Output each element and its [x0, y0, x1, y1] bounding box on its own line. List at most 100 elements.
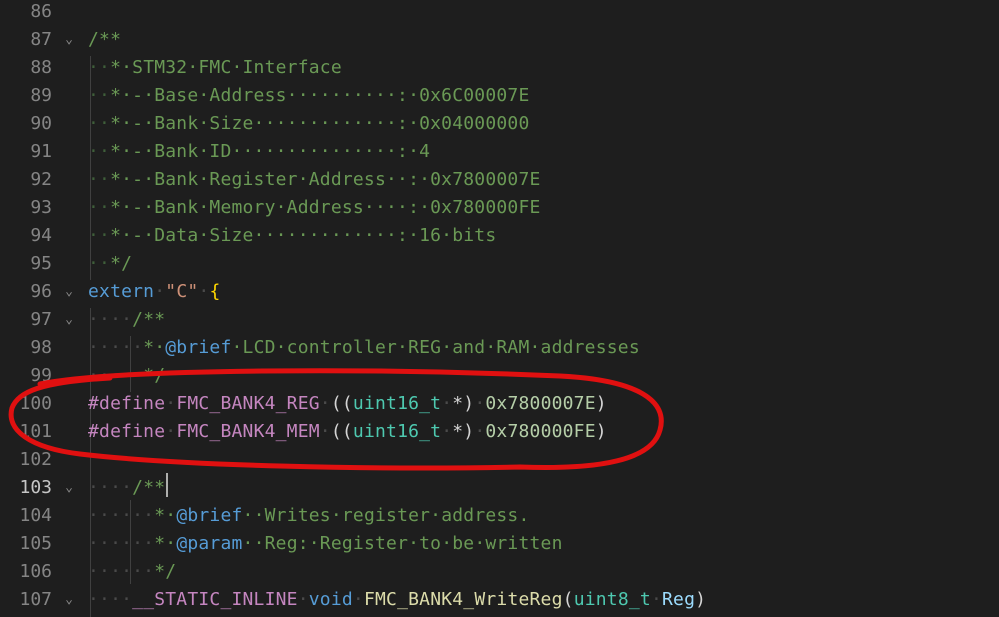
code-text: extern·"C"·{: [88, 278, 221, 306]
code-token: ··: [88, 113, 111, 134]
code-token: ·: [154, 281, 166, 302]
code-line[interactable]: 90 ··*·-·Bank·Size·············:·0x040000…: [0, 110, 999, 138]
code-line[interactable]: 102: [0, 446, 999, 474]
code-token: *·-·Bank·Size·············:·0x04000000: [110, 113, 530, 134]
code-line[interactable]: 103 ⌄ ····/**: [0, 474, 999, 502]
code-token: /**: [88, 29, 122, 50]
code-line[interactable]: 106 ······*/: [0, 558, 999, 586]
code-token: ····: [88, 589, 133, 610]
code-text: ··*·STM32·FMC·Interface: [88, 54, 342, 82]
line-number: 86: [30, 1, 52, 22]
code-text: /**: [88, 26, 121, 54]
code-token: *·-·Bank·Memory·Address····:·0x780000FE: [110, 197, 541, 218]
code-line[interactable]: 89 ··*·-·Base·Address··········:·0x6C0000…: [0, 82, 999, 110]
line-number: 101: [19, 421, 52, 442]
code-line[interactable]: 88 ··*·STM32·FMC·Interface: [0, 54, 999, 82]
code-line[interactable]: 100 #define·FMC_BANK4_REG·((uint16_t·*)·0…: [0, 390, 999, 418]
code-line[interactable]: 98 ·····*·@brief·LCD·controller·REG·and·R…: [0, 334, 999, 362]
code-text: ··*·-·Bank·Register·Address··:·0x7800007…: [88, 166, 541, 194]
code-token: FMC_BANK4_MEM: [176, 421, 320, 442]
code-line[interactable]: 86: [0, 0, 999, 26]
fold-chevron-icon[interactable]: ⌄: [62, 474, 76, 502]
code-token: *·: [143, 337, 166, 358]
line-number: 99: [30, 365, 52, 386]
code-line[interactable]: 93 ··*·-·Bank·Memory·Address····:·0x78000…: [0, 194, 999, 222]
code-text: ··*·-·Bank·Memory·Address····:·0x780000F…: [88, 194, 541, 222]
code-token: ·: [650, 589, 662, 610]
code-line[interactable]: 105 ······*·@param··Reg:·Register·to·be·w…: [0, 530, 999, 558]
code-token: ·: [297, 589, 309, 610]
code-editor[interactable]: 86 87 ⌄/** 88 ··*·STM32·FMC·Interface 89 ··*·-…: [0, 0, 999, 617]
code-token: *·-·Bank·Register·Address··:·0x7800007E: [110, 169, 541, 190]
code-text: ··*·-·Data·Size·············:·16·bits: [88, 222, 496, 250]
line-number: 92: [30, 169, 52, 190]
code-token: ··: [88, 85, 111, 106]
code-line[interactable]: 101 #define·FMC_BANK4_MEM·((uint16_t·*)·0…: [0, 418, 999, 446]
code-token: ·: [165, 393, 177, 414]
line-number: 105: [19, 533, 52, 554]
code-token: void: [308, 589, 353, 610]
fold-chevron-icon[interactable]: ⌄: [62, 586, 76, 614]
fold-chevron-icon[interactable]: ⌄: [62, 278, 76, 306]
code-line[interactable]: 107 ⌄ ····__STATIC_INLINE·void·FMC_BANK4_W…: [0, 586, 999, 614]
line-number: 104: [19, 505, 52, 526]
code-token: FMC_BANK4_WriteReg: [363, 589, 563, 610]
code-token: FMC_BANK4_REG: [176, 393, 320, 414]
code-token: ······: [88, 505, 155, 526]
code-token: ······: [88, 561, 155, 582]
code-token: ·: [352, 589, 364, 610]
line-number: 100: [19, 393, 52, 414]
code-token: *·-·Bank·ID···············:·4: [110, 141, 431, 162]
code-text: ····/**: [88, 474, 165, 502]
code-token: "C": [165, 281, 199, 302]
code-token: uint16_t: [352, 393, 442, 414]
line-number: 95: [30, 253, 52, 274]
code-token: *·STM32·FMC·Interface: [110, 57, 342, 78]
code-token: *·: [154, 533, 177, 554]
code-token: {: [209, 281, 221, 302]
code-text: ··*/: [88, 250, 132, 278]
code-line[interactable]: 92 ··*·-·Bank·Register·Address··:·0x78000…: [0, 166, 999, 194]
code-token: Reg: [662, 589, 696, 610]
code-line[interactable]: 87 ⌄ /**: [0, 26, 999, 54]
code-token: ·: [198, 281, 210, 302]
code-token: ··: [88, 253, 111, 274]
code-token: ·: [165, 421, 177, 442]
line-number: 89: [30, 85, 52, 106]
code-line[interactable]: 95 ··*/: [0, 250, 999, 278]
code-token: ): [595, 421, 607, 442]
line-number: 96: [30, 281, 52, 302]
line-number: 91: [30, 141, 52, 162]
code-token: *·-·Data·Size·············:·16·bits: [110, 225, 497, 246]
code-token: ····: [88, 477, 133, 498]
line-number: 90: [30, 113, 52, 134]
line-number: 103: [19, 477, 52, 498]
line-number: 93: [30, 197, 52, 218]
code-text: ····__STATIC_INLINE·void·FMC_BANK4_Write…: [88, 586, 706, 614]
line-number: 87: [30, 29, 52, 50]
code-token: uint16_t: [352, 421, 442, 442]
code-text: #define·FMC_BANK4_REG·((uint16_t·*)·0x78…: [88, 390, 607, 418]
code-text: ··*·-·Bank·Size·············:·0x04000000: [88, 110, 529, 138]
code-line[interactable]: 91 ··*·-·Bank·ID···············:·4: [0, 138, 999, 166]
fold-chevron-icon[interactable]: ⌄: [62, 26, 76, 54]
code-token: @param: [176, 533, 243, 554]
code-text: ······*/: [88, 558, 176, 586]
code-text: #define·FMC_BANK4_MEM·((uint16_t·*)·0x78…: [88, 418, 607, 446]
code-line[interactable]: 99 ·····*/: [0, 362, 999, 390]
code-token: */: [110, 253, 133, 274]
code-token: ·····: [88, 337, 144, 358]
code-line[interactable]: 94 ··*·-·Data·Size·············:·16·bits: [0, 222, 999, 250]
code-token: ··: [88, 141, 111, 162]
code-token: /**: [132, 477, 166, 498]
code-text: ······*·@param··Reg:·Register·to·be·writ…: [88, 530, 563, 558]
code-token: ·: [319, 393, 331, 414]
fold-chevron-icon[interactable]: ⌄: [62, 306, 76, 334]
code-line[interactable]: 96 ⌄ extern·"C"·{: [0, 278, 999, 306]
code-token: */: [143, 365, 166, 386]
code-token: ······: [88, 533, 155, 554]
code-token: *·: [154, 505, 177, 526]
code-line[interactable]: 104 ······*·@brief··Writes·register·addre…: [0, 502, 999, 530]
code-line[interactable]: 97 ⌄ ····/**: [0, 306, 999, 334]
code-token: #define: [88, 393, 166, 414]
